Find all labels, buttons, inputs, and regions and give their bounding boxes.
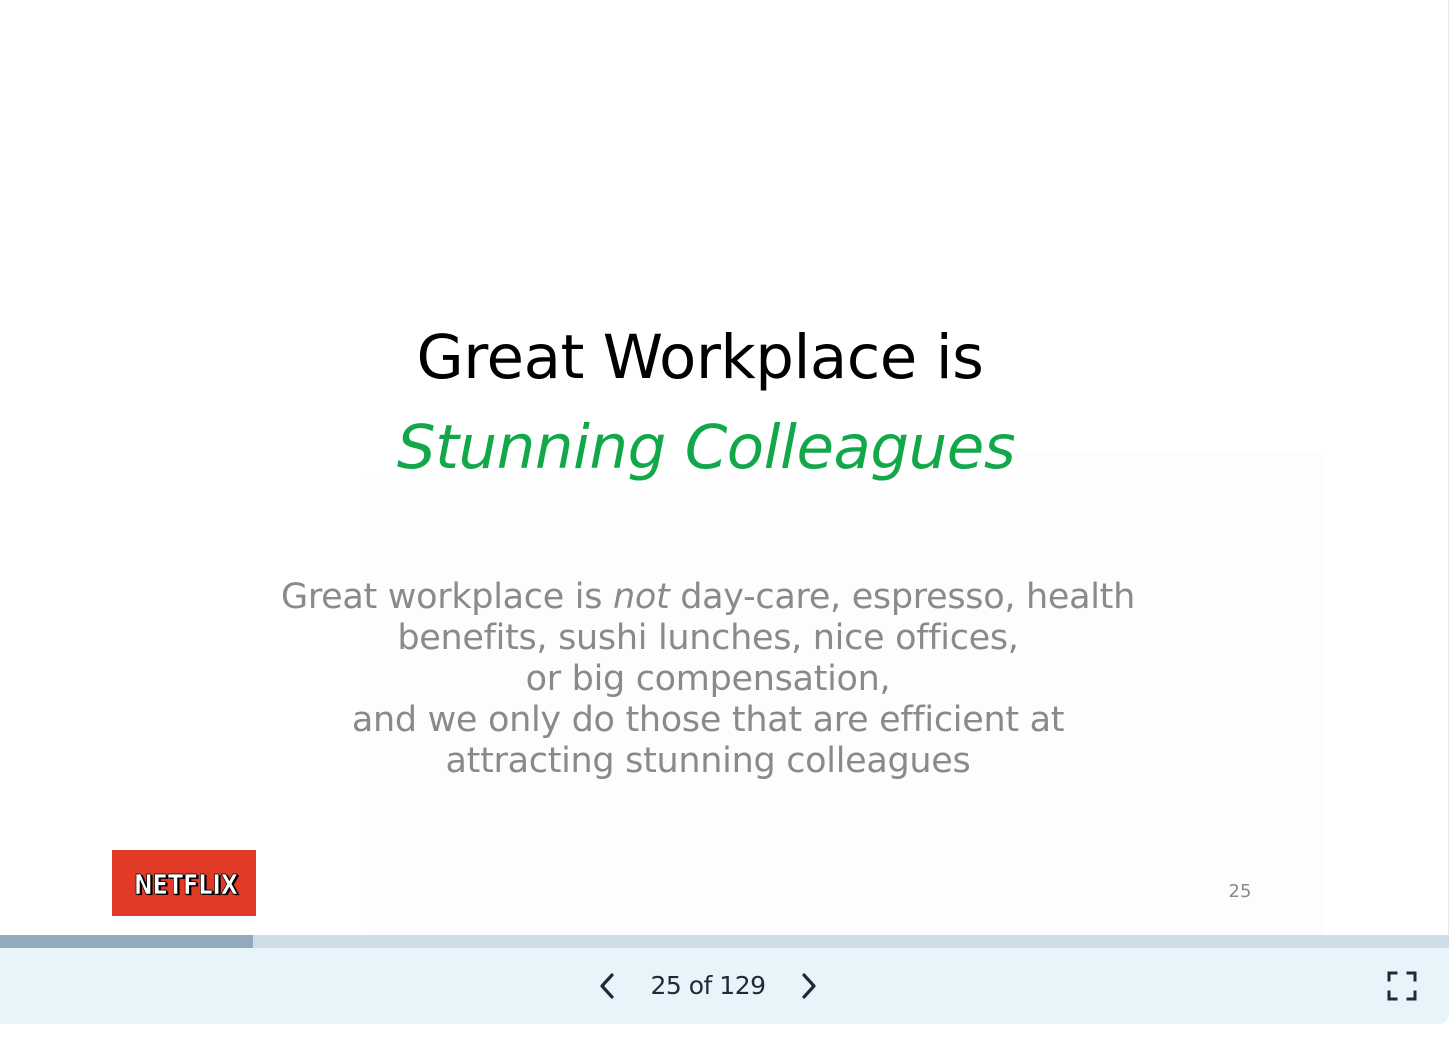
fullscreen-button[interactable] — [1384, 968, 1420, 1004]
next-slide-button[interactable] — [791, 968, 827, 1004]
slide-subtitle: Stunning Colleagues — [396, 412, 1016, 483]
slide-title: Great Workplace is — [416, 322, 984, 393]
body-line-5: attracting stunning colleagues — [445, 741, 971, 781]
slide-number: 25 — [1228, 881, 1252, 902]
slide-viewer: Great Workplace is Stunning Colleagues G… — [0, 0, 1456, 1045]
netflix-logo-wordmark: NETFLIX NETFLIX — [134, 868, 240, 901]
svg-text:NETFLIX: NETFLIX — [134, 868, 238, 901]
progress-bar[interactable] — [0, 935, 1449, 948]
progress-bar-fill — [0, 935, 253, 948]
emphasis-text: not — [612, 577, 670, 617]
body-line-2: benefits, sushi lunches, nice offices, — [397, 618, 1019, 658]
chevron-right-icon — [802, 973, 816, 999]
previous-slide-button[interactable] — [589, 968, 625, 1004]
fullscreen-icon — [1387, 971, 1417, 1001]
netflix-logo: NETFLIX NETFLIX — [112, 850, 256, 916]
body-line-4: and we only do those that are efficient … — [351, 700, 1065, 740]
viewer-controls: 25 of 129 — [0, 948, 1449, 1024]
chevron-left-icon — [600, 973, 614, 999]
page-indicator: 25 of 129 — [650, 971, 766, 1000]
body-line-3: or big compensation, — [525, 659, 891, 699]
slide: Great Workplace is Stunning Colleagues G… — [0, 0, 1449, 935]
body-line-1: Great workplace is not day-care, espress… — [281, 577, 1135, 617]
slide-body: Great workplace is not day-care, espress… — [0, 577, 1416, 782]
